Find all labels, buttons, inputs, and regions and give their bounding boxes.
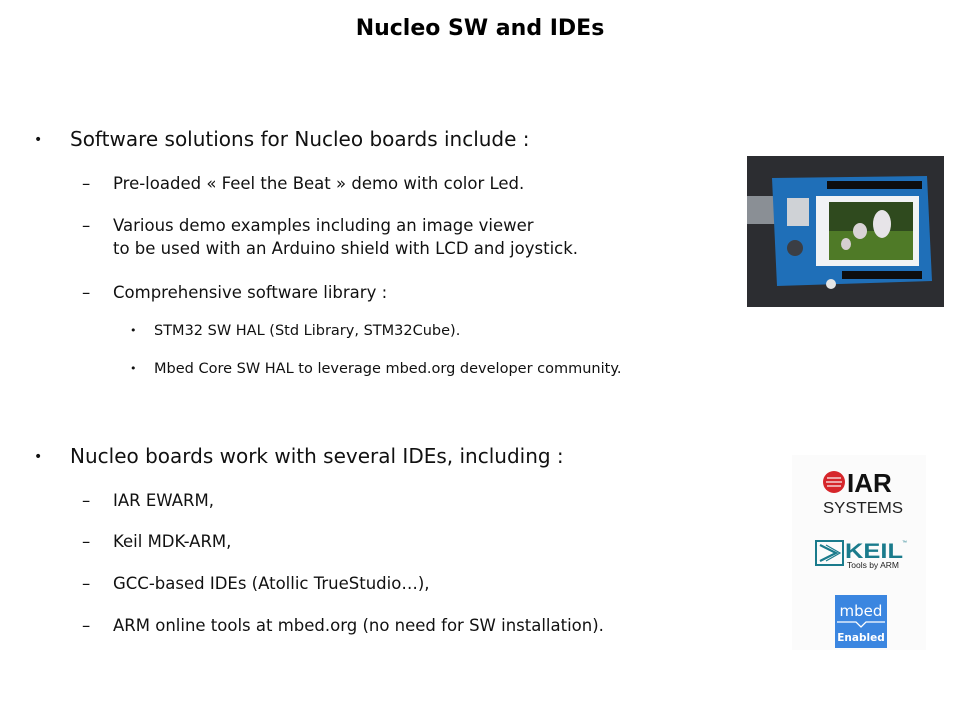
iar-text: IAR <box>847 468 892 498</box>
sub-bullet: • <box>130 362 137 375</box>
enabled-text: Enabled <box>837 632 885 644</box>
bullet: • <box>34 449 43 465</box>
slide-title: Nucleo SW and IDEs <box>355 16 605 41</box>
logos-svg: IAR SYSTEMS KEIL ™ Tools by ARM mbed Ena… <box>815 468 907 648</box>
systems-text: SYSTEMS <box>823 500 903 517</box>
keil-logo: KEIL ™ Tools by ARM <box>815 540 907 570</box>
sub-bullet: • <box>130 324 137 337</box>
mbed-text: mbed <box>840 602 883 620</box>
iar-systems-logo: IAR SYSTEMS <box>823 468 903 517</box>
arduino-lcd-shield-image <box>747 156 944 307</box>
dash: – <box>82 174 91 193</box>
board-photo <box>747 156 944 307</box>
bullet: • <box>34 132 43 148</box>
ide-logos: IAR SYSTEMS KEIL ™ Tools by ARM mbed Ena… <box>792 455 926 650</box>
dash: – <box>82 491 91 510</box>
dash: – <box>82 216 91 235</box>
dash: – <box>82 532 91 551</box>
trademark: ™ <box>902 540 907 546</box>
dash: – <box>82 574 91 593</box>
tools-by-arm-text: Tools by ARM <box>847 560 899 570</box>
mbed-enabled-logo: mbed Enabled <box>835 595 887 648</box>
dash: – <box>82 616 91 635</box>
dash: – <box>82 283 91 302</box>
